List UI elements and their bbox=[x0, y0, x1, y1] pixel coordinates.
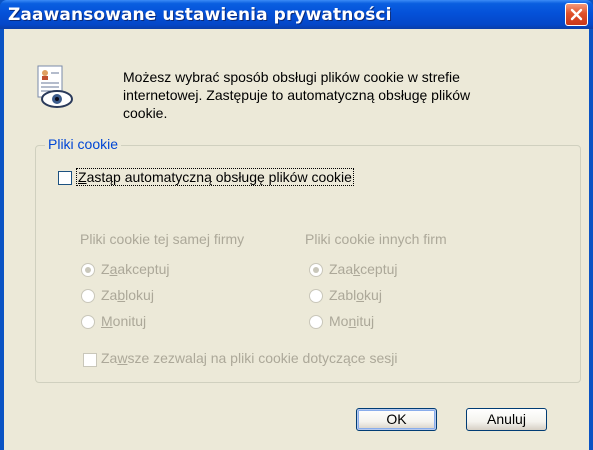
third-party-prompt-radio[interactable] bbox=[309, 315, 323, 329]
cancel-button[interactable]: Anuluj bbox=[466, 408, 547, 431]
info-line: Możesz wybrać sposób obsługi plików cook… bbox=[123, 69, 460, 85]
label-part: Z bbox=[101, 261, 110, 277]
accesskey: b bbox=[117, 287, 126, 303]
label-part: lokuj bbox=[125, 287, 154, 303]
label-part: Zabl bbox=[329, 287, 357, 303]
accesskey: w bbox=[117, 350, 128, 366]
privacy-document-eye-icon bbox=[36, 65, 76, 114]
label-part: Za bbox=[101, 350, 118, 366]
third-party-prompt-label[interactable]: Monituj bbox=[329, 313, 374, 329]
label-part: ituj bbox=[356, 313, 375, 329]
first-party-prompt-radio[interactable] bbox=[81, 315, 95, 329]
info-line: internetowej. Zastępuje to automatyczną … bbox=[123, 87, 471, 103]
label-part: akceptuj bbox=[117, 261, 170, 277]
title-bar[interactable]: Zaawansowane ustawienia prywatności bbox=[0, 0, 593, 29]
close-button[interactable] bbox=[565, 3, 588, 26]
override-label-text: astąp automatyczną obsługę plików cookie bbox=[86, 169, 352, 185]
close-icon bbox=[570, 8, 583, 21]
radio-selected-dot bbox=[313, 267, 319, 273]
third-party-block-radio[interactable] bbox=[309, 289, 323, 303]
override-accesskey: Z bbox=[78, 169, 87, 185]
info-description: Możesz wybrać sposób obsługi plików cook… bbox=[123, 68, 563, 122]
label-part: sze zezwalaj na pliki cookie dotyczące s… bbox=[127, 350, 398, 366]
first-party-prompt-label[interactable]: Monituj bbox=[101, 313, 146, 329]
accesskey: o bbox=[356, 287, 365, 303]
label-part: ceptuj bbox=[360, 261, 398, 277]
session-cookies-label[interactable]: Zawsze zezwalaj na pliki cookie dotycząc… bbox=[101, 350, 397, 366]
label-part: Zaa bbox=[329, 261, 354, 277]
label-part: kuj bbox=[364, 287, 382, 303]
third-party-heading: Pliki cookie innych firm bbox=[305, 231, 447, 247]
override-checkbox[interactable] bbox=[58, 171, 72, 185]
first-party-block-radio[interactable] bbox=[81, 289, 95, 303]
first-party-accept-label[interactable]: Zaakceptuj bbox=[101, 261, 170, 277]
label-part: Za bbox=[101, 287, 118, 303]
third-party-accept-label[interactable]: Zaakceptuj bbox=[329, 261, 397, 277]
third-party-accept-radio[interactable] bbox=[309, 263, 323, 277]
session-cookies-checkbox[interactable] bbox=[83, 353, 97, 367]
first-party-block-label[interactable]: Zablokuj bbox=[101, 287, 154, 303]
first-party-accept-radio[interactable] bbox=[81, 263, 95, 277]
ok-button[interactable]: OK bbox=[356, 408, 437, 431]
third-party-block-label[interactable]: Zablokuj bbox=[329, 287, 382, 303]
info-line: cookie. bbox=[123, 105, 168, 121]
first-party-heading: Pliki cookie tej samej firmy bbox=[80, 231, 245, 247]
label-part: Mo bbox=[329, 313, 349, 329]
label-part: onituj bbox=[112, 313, 147, 329]
accesskey: M bbox=[101, 313, 113, 329]
cookies-group-label: Pliki cookie bbox=[45, 136, 122, 152]
override-checkbox-label[interactable]: Zastąp automatyczną obsługę plików cooki… bbox=[76, 168, 354, 186]
window-title: Zaawansowane ustawienia prywatności bbox=[8, 5, 392, 25]
radio-selected-dot bbox=[85, 267, 91, 273]
